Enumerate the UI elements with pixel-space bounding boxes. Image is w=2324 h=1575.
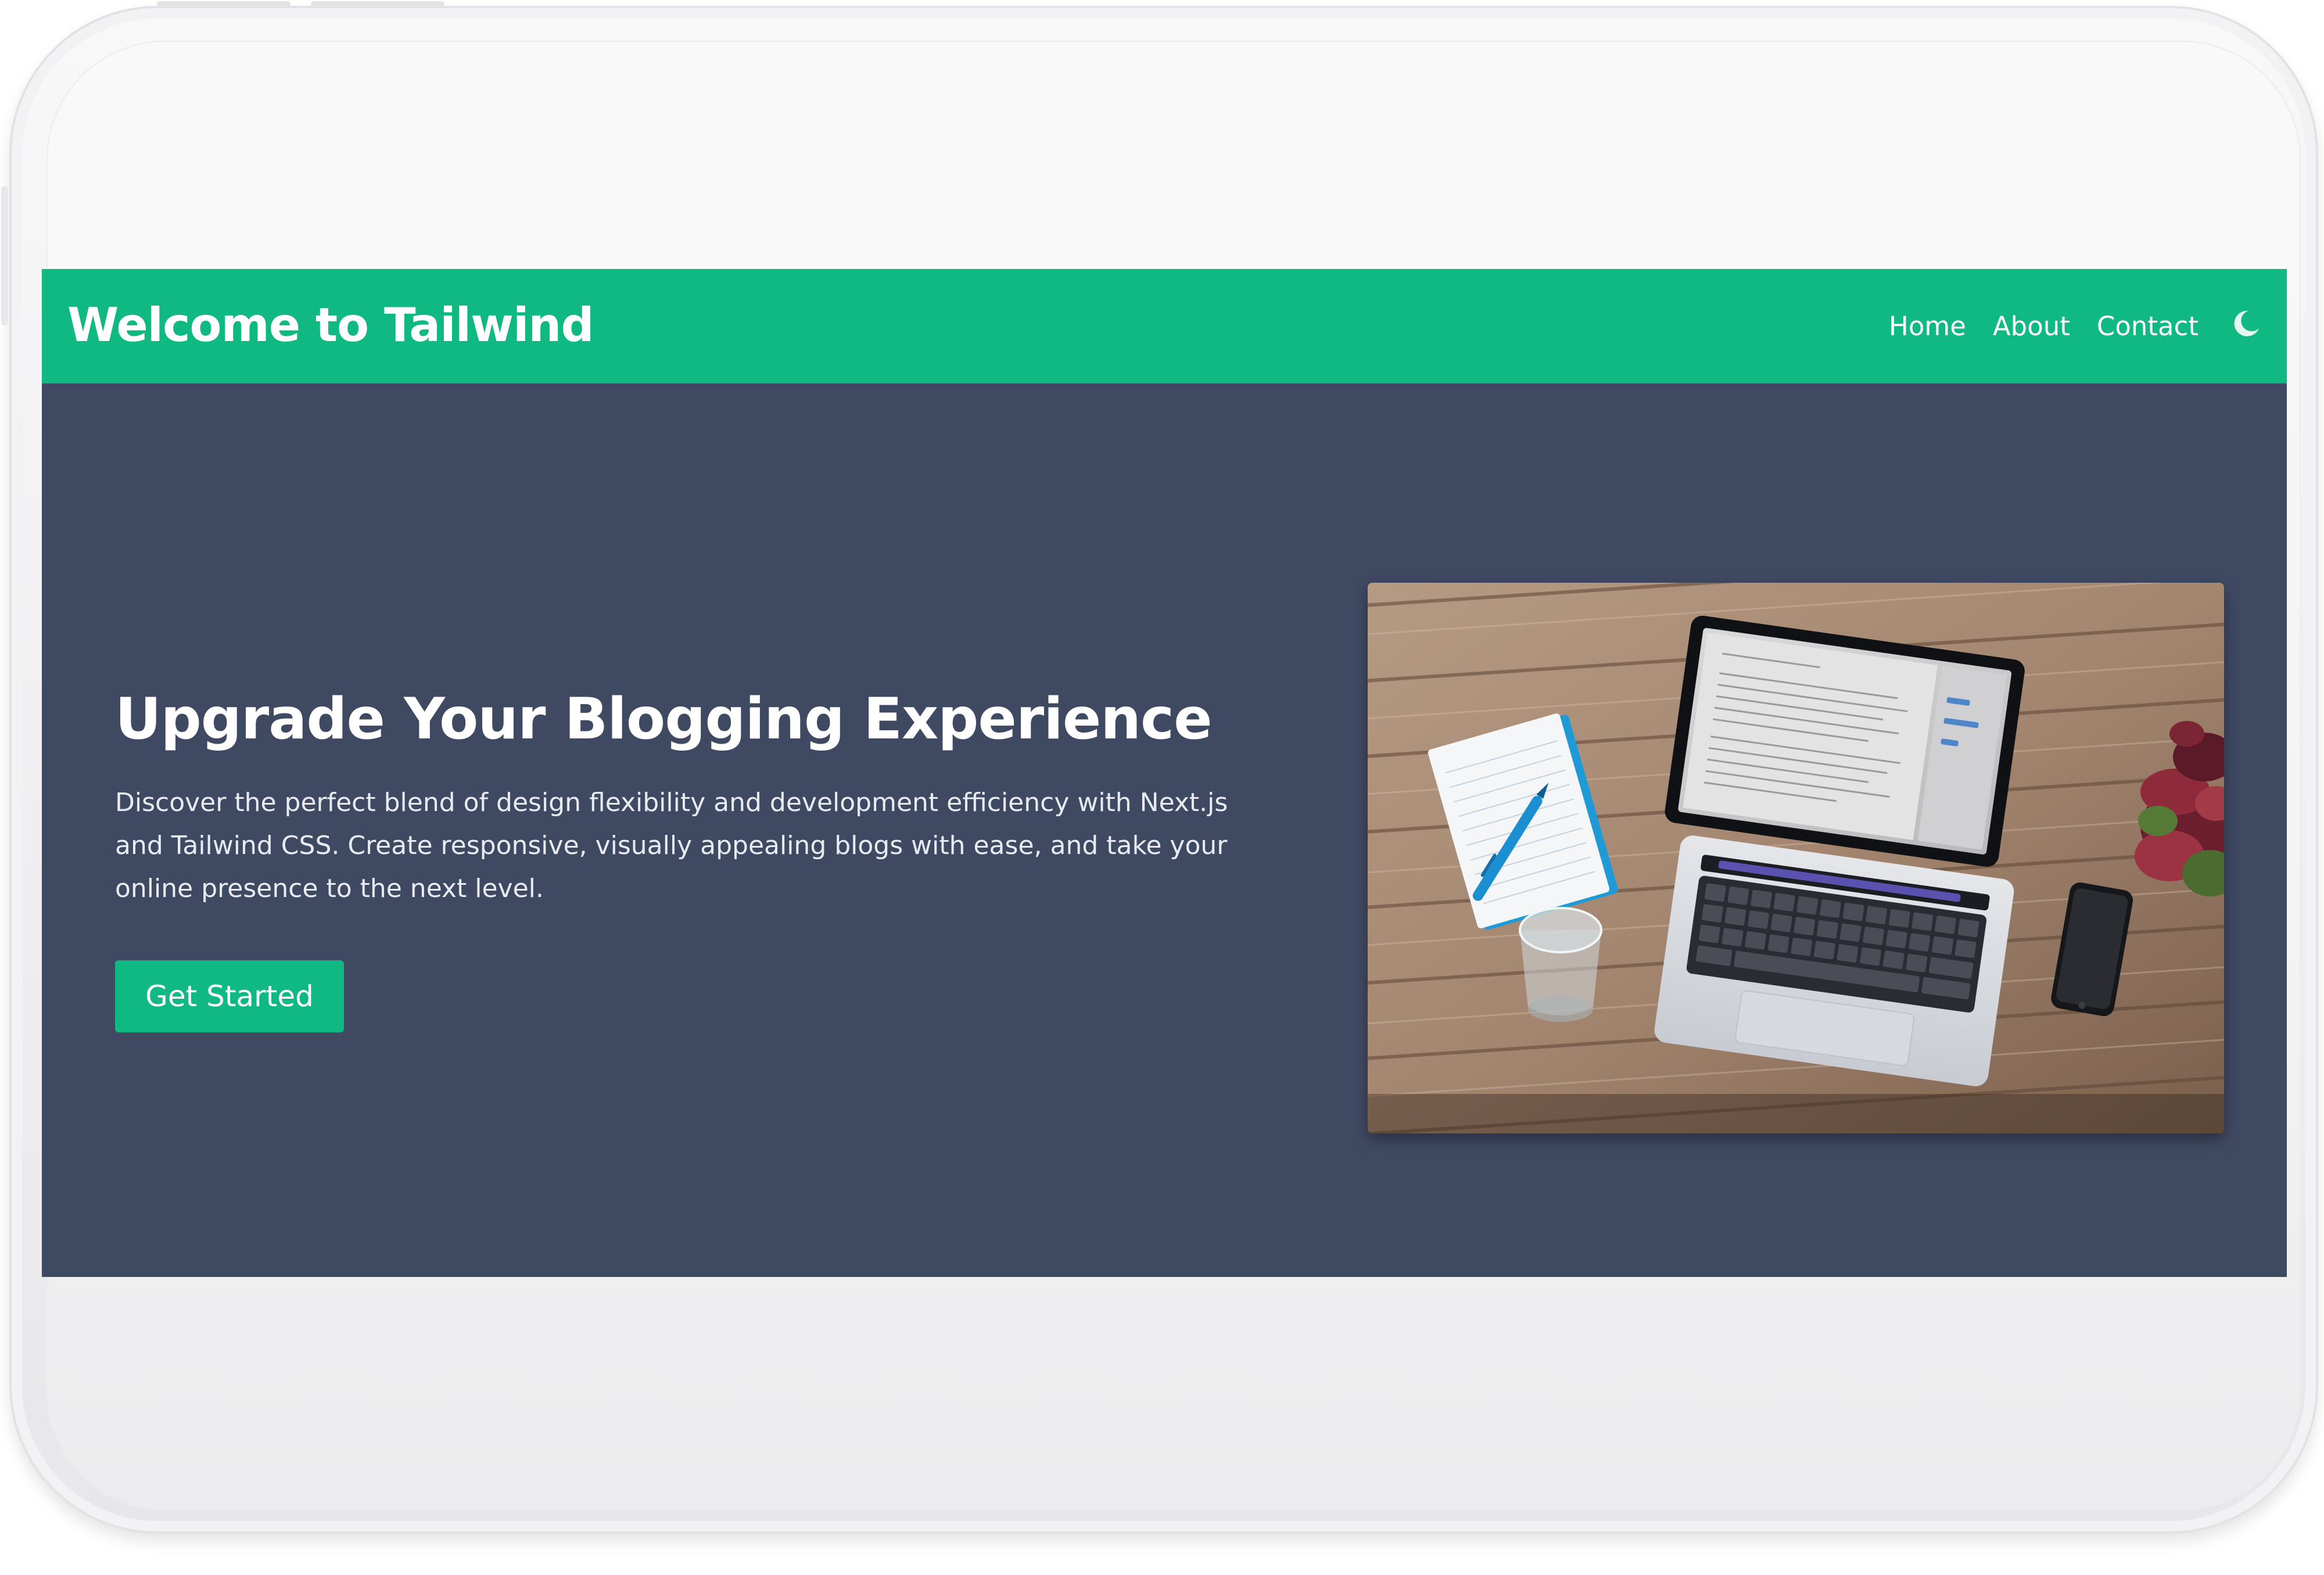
hero-heading: Upgrade Your Blogging Experience (115, 686, 1213, 752)
get-started-button[interactable]: Get Started (115, 960, 344, 1032)
hero-description: Discover the perfect blend of design fle… (115, 788, 1228, 903)
hero-image (1368, 583, 2224, 1133)
navbar: Welcome to Tailwind Home About Contact (42, 269, 2287, 383)
nav-link-home[interactable]: Home (1889, 311, 1966, 342)
tablet-top-button (157, 1, 290, 7)
brand-title[interactable]: Welcome to Tailwind (67, 298, 594, 352)
nav-link-contact[interactable]: Contact (2097, 311, 2199, 342)
app-screen: Welcome to Tailwind Home About Contact U… (42, 269, 2287, 1277)
tablet-top-button (311, 1, 444, 7)
tablet-side-button (1, 186, 8, 325)
moon-icon[interactable] (2231, 308, 2261, 339)
nav-links: Home About Contact (1862, 308, 2261, 342)
nav-link-about[interactable]: About (1993, 311, 2070, 342)
